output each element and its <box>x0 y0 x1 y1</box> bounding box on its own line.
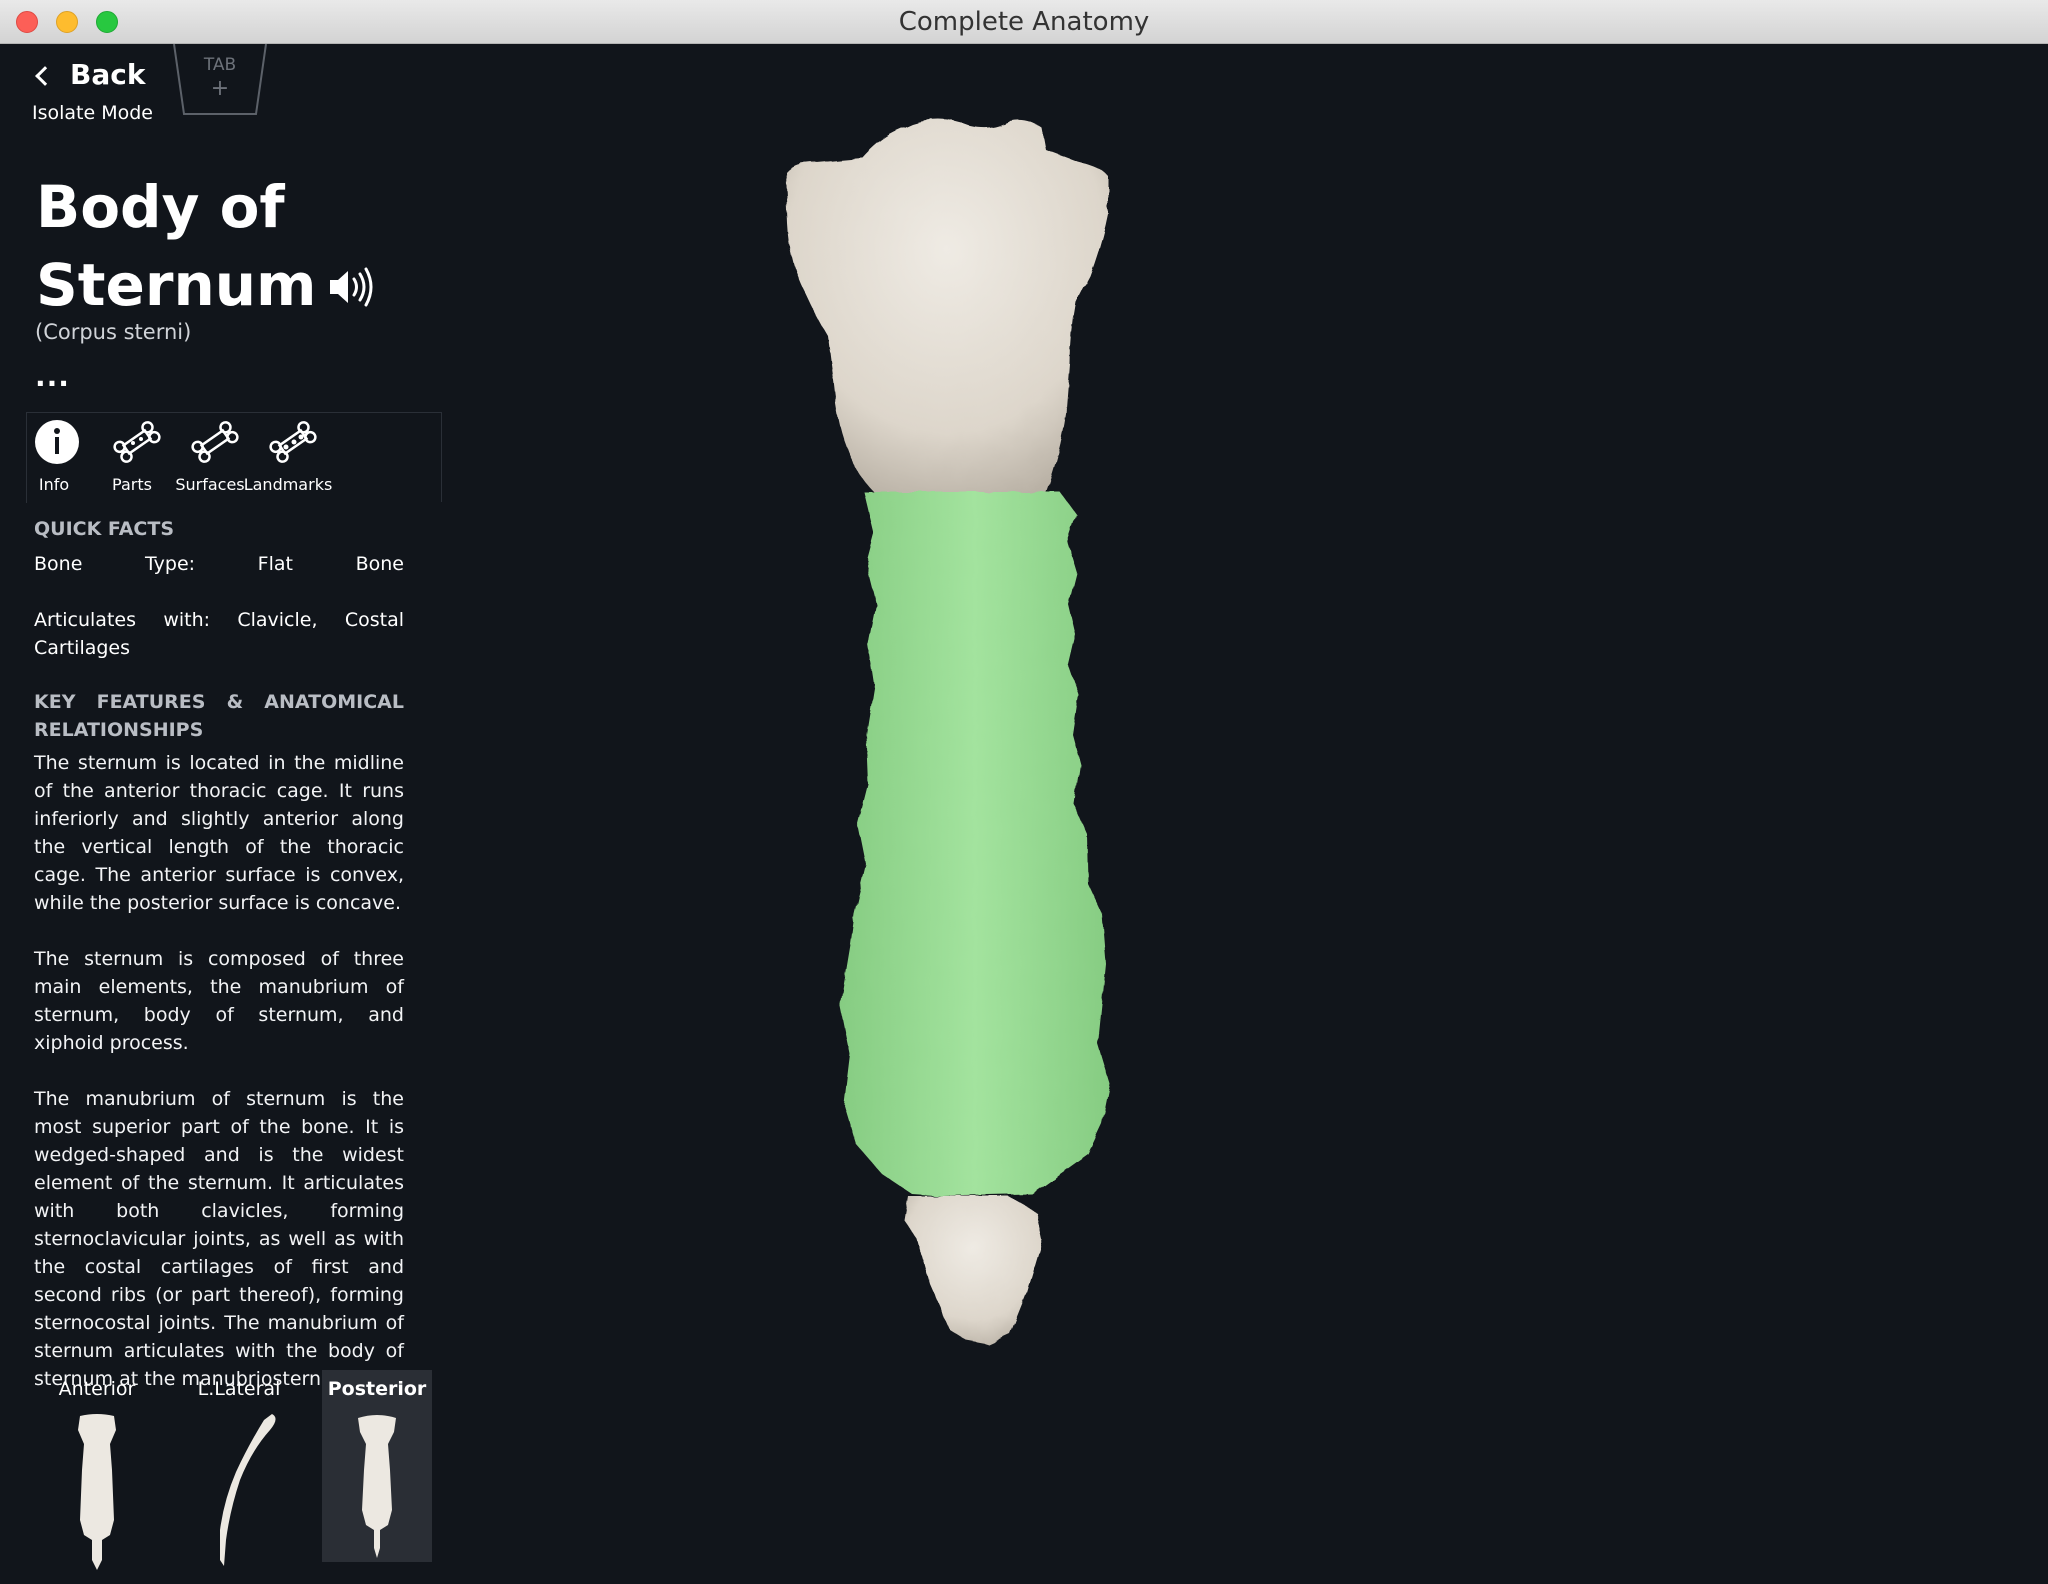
xiphoid-process[interactable] <box>904 1196 1042 1344</box>
fact-bone-type: Bone Type: Flat Bone <box>34 550 404 578</box>
speaker-icon[interactable] <box>328 250 376 328</box>
view-label: Anterior <box>58 1378 136 1400</box>
paragraph: The sternum is located in the midline of… <box>34 752 404 914</box>
paragraph: The manubrium of sternum is the most sup… <box>34 1088 404 1390</box>
info-sidebar: Back Isolate Mode TAB + Body of Sternum … <box>0 44 442 1580</box>
sternum-anterior-thumbnail <box>78 1414 116 1570</box>
bone-outline-icon <box>191 421 239 463</box>
paragraph: The sternum is composed of three main el… <box>34 948 404 1054</box>
view-left-lateral[interactable]: L.Lateral <box>184 1370 294 1566</box>
view-label: Posterior <box>327 1378 427 1400</box>
fact-word: Articulates <box>34 609 136 631</box>
tab-landmarks[interactable]: Landmarks <box>244 419 332 494</box>
body-of-sternum-highlight[interactable] <box>840 492 1110 1196</box>
sternum-model[interactable] <box>442 44 2048 1580</box>
back-button[interactable]: Back <box>35 58 146 91</box>
tab-info[interactable]: Info <box>34 419 80 494</box>
view-label: L.Lateral <box>197 1378 281 1400</box>
structure-title: Body of Sternum <box>36 168 416 328</box>
key-features-heading: KEY FEATURES & ANATOMICAL RELATIONSHIPS <box>34 688 404 744</box>
quick-facts-heading: QUICK FACTS <box>34 518 175 540</box>
fact-word: Flat <box>257 553 293 575</box>
fact-word: Bone <box>355 553 404 575</box>
chevron-left-icon <box>35 65 55 86</box>
fact-word: Cartilages <box>34 637 131 659</box>
fact-word: with: <box>163 609 211 631</box>
manubrium-of-sternum[interactable] <box>786 119 1108 493</box>
back-label: Back <box>70 58 146 91</box>
title-line-1: Body of <box>36 173 285 241</box>
tab-landmarks-label: Landmarks <box>243 475 333 494</box>
view-presets: Anterior L.Lateral Posterior <box>30 1370 440 1580</box>
fact-word: Type: <box>145 553 196 575</box>
heading-word: RELATIONSHIPS <box>34 719 204 741</box>
fact-word: Bone <box>34 553 83 575</box>
tab-label: TAB <box>203 55 237 75</box>
add-tab-button[interactable]: TAB + <box>172 44 268 116</box>
window-title: Complete Anatomy <box>898 7 1150 37</box>
mode-label: Isolate Mode <box>32 102 153 124</box>
bone-landmarks-icon <box>269 421 317 463</box>
tab-surfaces[interactable]: Surfaces <box>175 419 245 494</box>
heading-word: ANATOMICAL <box>264 691 404 713</box>
window-titlebar: Complete Anatomy <box>0 0 2048 44</box>
fact-articulates: Articulates with: Clavicle, Costal Carti… <box>34 606 404 662</box>
bone-icon <box>113 421 161 463</box>
latin-name: (Corpus sterni) <box>35 320 192 344</box>
tab-parts[interactable]: Parts <box>112 419 162 494</box>
fact-word: Clavicle, <box>237 609 318 631</box>
info-tabs: Info Parts Surfaces Landmarks <box>26 412 442 503</box>
heading-word: & <box>226 691 244 713</box>
view-anterior[interactable]: Anterior <box>42 1370 152 1570</box>
key-features-text: The sternum is located in the midline of… <box>34 749 404 1421</box>
heading-word: KEY <box>34 691 76 713</box>
fact-word: Costal <box>344 609 404 631</box>
title-line-2: Sternum <box>36 251 317 319</box>
sternum-lateral-thumbnail <box>220 1414 276 1566</box>
3d-viewport[interactable] <box>442 44 2048 1580</box>
plus-icon: + <box>210 76 230 101</box>
heading-word: FEATURES <box>96 691 206 713</box>
more-options-button[interactable]: ... <box>35 360 70 393</box>
sternum-posterior-thumbnail <box>358 1415 396 1558</box>
view-posterior[interactable]: Posterior <box>322 1370 432 1562</box>
info-icon <box>35 420 79 464</box>
